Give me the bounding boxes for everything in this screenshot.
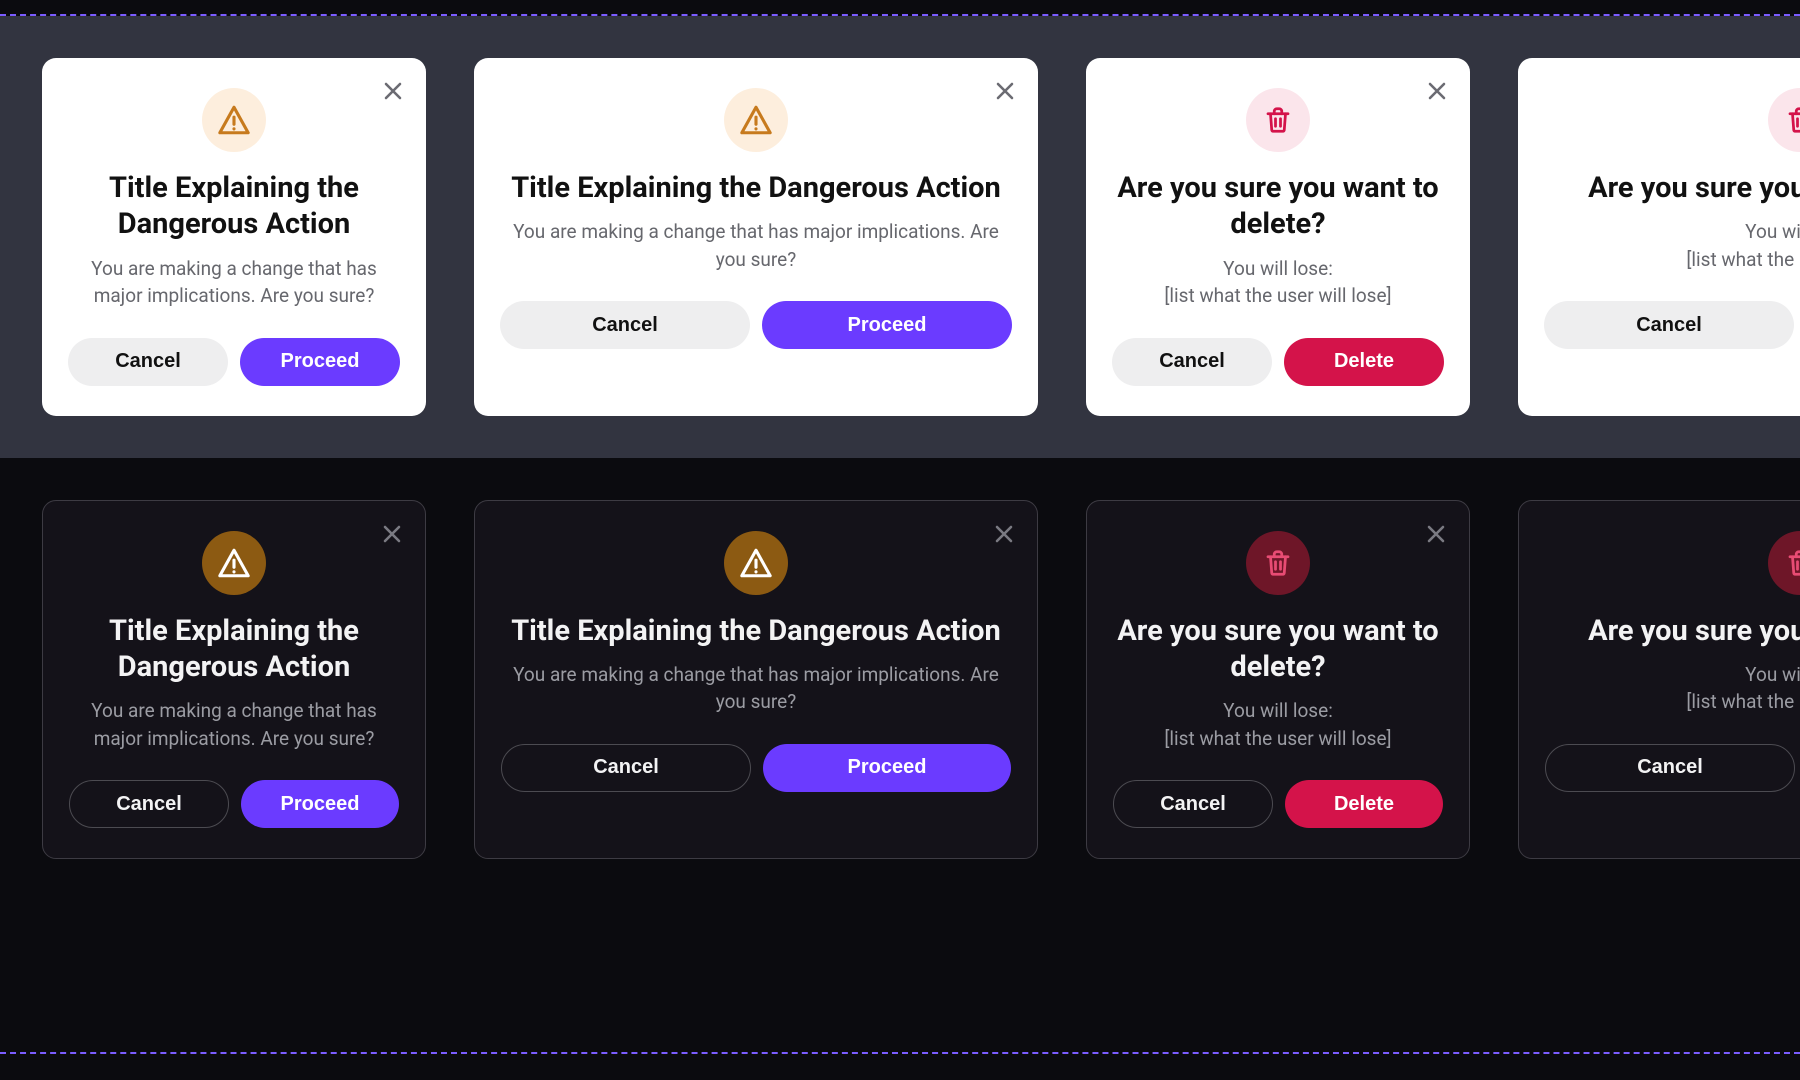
dialog-warning-small-dark: Title Explaining the Dangerous Action Yo…	[42, 500, 426, 860]
dialog-title: Are you sure you want to delete?	[1588, 170, 1800, 206]
close-icon	[993, 523, 1015, 545]
dialog-title: Title Explaining the Dangerous Action	[68, 170, 400, 243]
close-button[interactable]	[1423, 521, 1449, 547]
trash-icon-badge	[1768, 531, 1800, 595]
warning-icon-badge	[202, 88, 266, 152]
warning-icon-badge	[724, 531, 788, 595]
proceed-button[interactable]: Proceed	[241, 780, 399, 828]
dialog-body: You will lose: [list what the user will …	[1164, 697, 1391, 752]
proceed-button[interactable]: Proceed	[762, 301, 1012, 349]
dashed-border-bottom	[0, 1052, 1800, 1054]
dialog-body: You will lose: [list what the user will …	[1686, 661, 1800, 716]
dialog-title: Title Explaining the Dangerous Action	[511, 613, 1001, 649]
dialog-warning-medium-light: Title Explaining the Dangerous Action Yo…	[474, 58, 1038, 416]
cancel-button[interactable]: Cancel	[69, 780, 229, 828]
close-icon	[1425, 523, 1447, 545]
cancel-button[interactable]: Cancel	[1112, 338, 1272, 386]
cancel-button[interactable]: Cancel	[1545, 744, 1795, 792]
dialog-body-line1: You will lose:	[1223, 257, 1333, 280]
dialog-title: Are you sure you want to delete?	[1112, 170, 1444, 243]
close-button[interactable]	[991, 521, 1017, 547]
delete-button[interactable]: Delete	[1284, 338, 1444, 386]
close-button[interactable]	[380, 78, 406, 104]
warning-icon	[217, 546, 251, 580]
dialog-body-line2: [list what the user will lose]	[1164, 727, 1391, 750]
cancel-button[interactable]: Cancel	[501, 744, 751, 792]
trash-icon-badge	[1246, 88, 1310, 152]
close-button[interactable]	[379, 521, 405, 547]
dialog-warning-medium-dark: Title Explaining the Dangerous Action Yo…	[474, 500, 1038, 860]
dialog-delete-medium-light: Are you sure you want to delete? You wil…	[1518, 58, 1800, 416]
dialog-body: You are making a change that has major i…	[501, 661, 1011, 716]
warning-icon	[739, 546, 773, 580]
close-button[interactable]	[1424, 78, 1450, 104]
cancel-button[interactable]: Cancel	[1544, 301, 1794, 349]
dialog-body-line1: You will lose:	[1745, 220, 1800, 243]
dialog-delete-medium-dark: Are you sure you want to delete? You wil…	[1518, 500, 1800, 860]
warning-icon-badge	[724, 88, 788, 152]
cancel-button[interactable]: Cancel	[1113, 780, 1273, 828]
dialog-body-line2: [list what the user will lose]	[1686, 248, 1800, 271]
warning-icon-badge	[202, 531, 266, 595]
warning-icon	[217, 103, 251, 137]
dialog-title: Title Explaining the Dangerous Action	[511, 170, 1001, 206]
dialog-body-line2: [list what the user will lose]	[1686, 690, 1800, 713]
dialog-body-line2: [list what the user will lose]	[1164, 284, 1391, 307]
trash-icon-badge	[1246, 531, 1310, 595]
close-button[interactable]	[992, 78, 1018, 104]
dialog-body-line1: You will lose:	[1745, 663, 1800, 686]
dialog-body-line1: You will lose:	[1223, 699, 1333, 722]
close-icon	[381, 523, 403, 545]
dialog-delete-small-light: Are you sure you want to delete? You wil…	[1086, 58, 1470, 416]
dialog-body: You are making a change that has major i…	[69, 697, 399, 752]
warning-icon	[739, 103, 773, 137]
delete-button[interactable]: Delete	[1285, 780, 1443, 828]
dark-theme-row: Title Explaining the Dangerous Action Yo…	[0, 458, 1800, 902]
close-icon	[1426, 80, 1448, 102]
trash-icon	[1263, 105, 1293, 135]
dialog-title: Are you sure you want to delete?	[1588, 613, 1800, 649]
proceed-button[interactable]: Proceed	[240, 338, 400, 386]
close-icon	[994, 80, 1016, 102]
dialog-delete-small-dark: Are you sure you want to delete? You wil…	[1086, 500, 1470, 860]
dialog-body: You are making a change that has major i…	[500, 218, 1012, 273]
dialog-body: You will lose: [list what the user will …	[1164, 255, 1391, 310]
dialog-body: You will lose: [list what the user will …	[1686, 218, 1800, 273]
light-theme-row: Title Explaining the Dangerous Action Yo…	[0, 16, 1800, 458]
dialog-warning-small-light: Title Explaining the Dangerous Action Yo…	[42, 58, 426, 416]
trash-icon	[1785, 105, 1800, 135]
dialog-title: Title Explaining the Dangerous Action	[69, 613, 399, 686]
cancel-button[interactable]: Cancel	[500, 301, 750, 349]
close-icon	[382, 80, 404, 102]
trash-icon	[1263, 548, 1293, 578]
trash-icon	[1785, 548, 1800, 578]
trash-icon-badge	[1768, 88, 1800, 152]
dialog-body: You are making a change that has major i…	[68, 255, 400, 310]
proceed-button[interactable]: Proceed	[763, 744, 1011, 792]
cancel-button[interactable]: Cancel	[68, 338, 228, 386]
dialog-title: Are you sure you want to delete?	[1113, 613, 1443, 686]
